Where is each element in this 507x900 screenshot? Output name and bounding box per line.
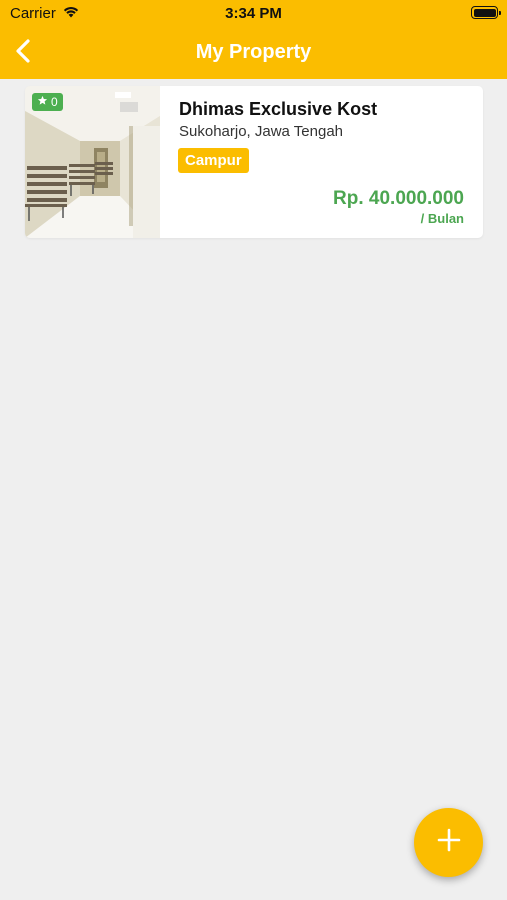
status-right — [471, 6, 501, 19]
battery-level — [473, 8, 496, 17]
nav-bar: My Property — [0, 28, 507, 79]
plus-icon — [437, 828, 461, 857]
property-card[interactable]: 0 Dhimas Exclusive Kost Sukoharjo, Jawa … — [25, 86, 483, 238]
star-icon — [37, 95, 48, 109]
status-time: 3:34 PM — [225, 5, 282, 22]
property-type-badge: Campur — [178, 148, 249, 173]
property-location: Sukoharjo, Jawa Tengah — [179, 123, 344, 140]
property-price: Rp. 40.000.000 — [333, 188, 464, 209]
add-property-button[interactable] — [414, 808, 483, 877]
battery-icon — [471, 6, 501, 19]
property-photo: 0 — [25, 86, 160, 238]
rating-count: 0 — [51, 95, 58, 109]
page-title: My Property — [195, 41, 312, 63]
property-name: Dhimas Exclusive Kost — [179, 99, 378, 119]
price-period: / Bulan — [420, 211, 464, 226]
rating-badge: 0 — [32, 93, 63, 111]
status-bar: Carrier 3:34 PM — [0, 0, 507, 28]
